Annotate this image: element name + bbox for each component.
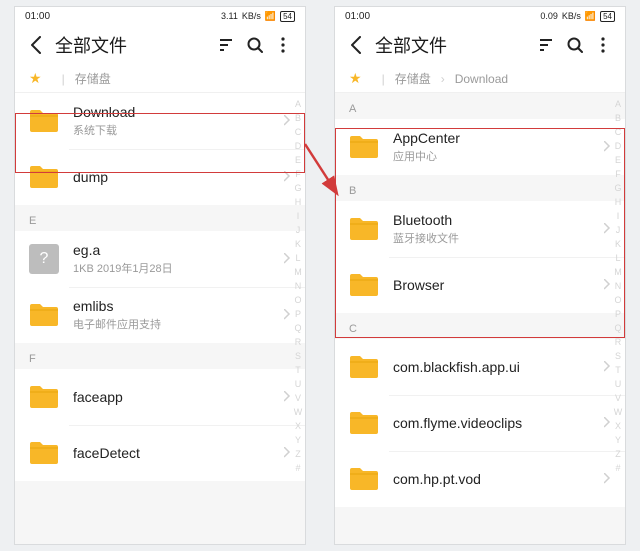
chevron-right-icon bbox=[284, 447, 291, 459]
item-sub: 电子邮件应用支持 bbox=[73, 316, 284, 332]
item-name: Download bbox=[73, 104, 284, 120]
crumb-child[interactable]: Download bbox=[455, 72, 508, 86]
folder-row[interactable]: com.blackfish.app.ui bbox=[335, 339, 625, 395]
status-icons: 0.09KB/s 📶 54 bbox=[540, 11, 615, 22]
status-time: 01:00 bbox=[345, 11, 370, 22]
folder-icon bbox=[29, 302, 59, 328]
item-sub: 蓝牙接收文件 bbox=[393, 230, 604, 246]
more-button[interactable] bbox=[269, 37, 297, 53]
star-icon: ★ bbox=[29, 70, 42, 87]
chevron-right-icon bbox=[604, 361, 611, 373]
folder-row[interactable]: com.flyme.videoclips bbox=[335, 395, 625, 451]
chevron-right-icon bbox=[284, 391, 291, 403]
chevron-right-icon bbox=[604, 473, 611, 485]
file-row[interactable]: ? eg.a 1KB 2019年1月28日 bbox=[15, 231, 305, 287]
phone-left: 01:00 3.11KB/s 📶 54 全部文件 ★ | 存储盘 Downloa… bbox=[14, 6, 306, 545]
search-button[interactable] bbox=[561, 37, 589, 53]
status-bar: 01:00 0.09KB/s 📶 54 bbox=[335, 7, 625, 25]
folder-row[interactable]: Browser bbox=[335, 257, 625, 313]
crumb-root[interactable]: 存储盘 bbox=[395, 70, 431, 87]
folder-icon bbox=[349, 410, 379, 436]
back-button[interactable] bbox=[23, 36, 51, 54]
file-icon: ? bbox=[29, 244, 59, 274]
status-icons: 3.11KB/s 📶 54 bbox=[221, 11, 295, 22]
folder-icon bbox=[349, 216, 379, 242]
section-header: A bbox=[335, 93, 625, 119]
chevron-right-icon bbox=[284, 253, 291, 265]
chevron-right-icon bbox=[604, 417, 611, 429]
folder-icon bbox=[29, 164, 59, 190]
sort-button[interactable] bbox=[213, 38, 241, 52]
item-sub: 1KB 2019年1月28日 bbox=[73, 260, 284, 276]
folder-icon bbox=[349, 134, 379, 160]
item-name: dump bbox=[73, 169, 284, 185]
item-name: com.blackfish.app.ui bbox=[393, 359, 604, 375]
item-sub: 系统下载 bbox=[73, 122, 284, 138]
page-title: 全部文件 bbox=[375, 32, 533, 58]
file-list[interactable]: Download 系统下载 dump E? eg.a 1KB 2019年1月28日 emli… bbox=[15, 93, 305, 544]
chevron-right-icon bbox=[604, 279, 611, 291]
page-title: 全部文件 bbox=[55, 32, 213, 58]
folder-icon bbox=[349, 272, 379, 298]
folder-icon bbox=[29, 384, 59, 410]
folder-row[interactable]: com.hp.pt.vod bbox=[335, 451, 625, 507]
folder-row[interactable]: Bluetooth 蓝牙接收文件 bbox=[335, 201, 625, 257]
file-list[interactable]: A AppCenter 应用中心 B Bluetooth 蓝牙接收文件 Browser Cco… bbox=[335, 93, 625, 544]
chevron-right-icon bbox=[604, 141, 611, 153]
status-time: 01:00 bbox=[25, 11, 50, 22]
chevron-right-icon bbox=[284, 115, 291, 127]
chevron-right-icon bbox=[284, 309, 291, 321]
crumb-root[interactable]: 存储盘 bbox=[75, 70, 111, 87]
folder-row[interactable]: AppCenter 应用中心 bbox=[335, 119, 625, 175]
folder-icon bbox=[349, 466, 379, 492]
item-name: emlibs bbox=[73, 298, 284, 314]
folder-row[interactable]: faceapp bbox=[15, 369, 305, 425]
section-header: E bbox=[15, 205, 305, 231]
phone-right: 01:00 0.09KB/s 📶 54 全部文件 ★ | 存储盘 › Downl… bbox=[334, 6, 626, 545]
more-button[interactable] bbox=[589, 37, 617, 53]
folder-row[interactable]: dump bbox=[15, 149, 305, 205]
chevron-right-icon bbox=[284, 171, 291, 183]
status-bar: 01:00 3.11KB/s 📶 54 bbox=[15, 7, 305, 25]
sort-button[interactable] bbox=[533, 38, 561, 52]
chevron-right-icon bbox=[604, 223, 611, 235]
breadcrumb[interactable]: ★ | 存储盘 bbox=[15, 65, 305, 93]
section-header: B bbox=[335, 175, 625, 201]
item-sub: 应用中心 bbox=[393, 148, 604, 164]
titlebar: 全部文件 bbox=[15, 25, 305, 65]
item-name: Browser bbox=[393, 277, 604, 293]
item-name: faceapp bbox=[73, 389, 284, 405]
breadcrumb[interactable]: ★ | 存储盘 › Download bbox=[335, 65, 625, 93]
folder-row[interactable]: emlibs 电子邮件应用支持 bbox=[15, 287, 305, 343]
folder-row[interactable]: faceDetect bbox=[15, 425, 305, 481]
item-name: Bluetooth bbox=[393, 212, 604, 228]
item-name: faceDetect bbox=[73, 445, 284, 461]
back-button[interactable] bbox=[343, 36, 371, 54]
titlebar: 全部文件 bbox=[335, 25, 625, 65]
item-name: com.flyme.videoclips bbox=[393, 415, 604, 431]
item-name: com.hp.pt.vod bbox=[393, 471, 604, 487]
item-name: eg.a bbox=[73, 242, 284, 258]
search-button[interactable] bbox=[241, 37, 269, 53]
star-icon: ★ bbox=[349, 70, 362, 87]
folder-icon bbox=[29, 108, 59, 134]
section-header: C bbox=[335, 313, 625, 339]
folder-row[interactable]: Download 系统下载 bbox=[15, 93, 305, 149]
section-header: F bbox=[15, 343, 305, 369]
folder-icon bbox=[29, 440, 59, 466]
item-name: AppCenter bbox=[393, 130, 604, 146]
folder-icon bbox=[349, 354, 379, 380]
